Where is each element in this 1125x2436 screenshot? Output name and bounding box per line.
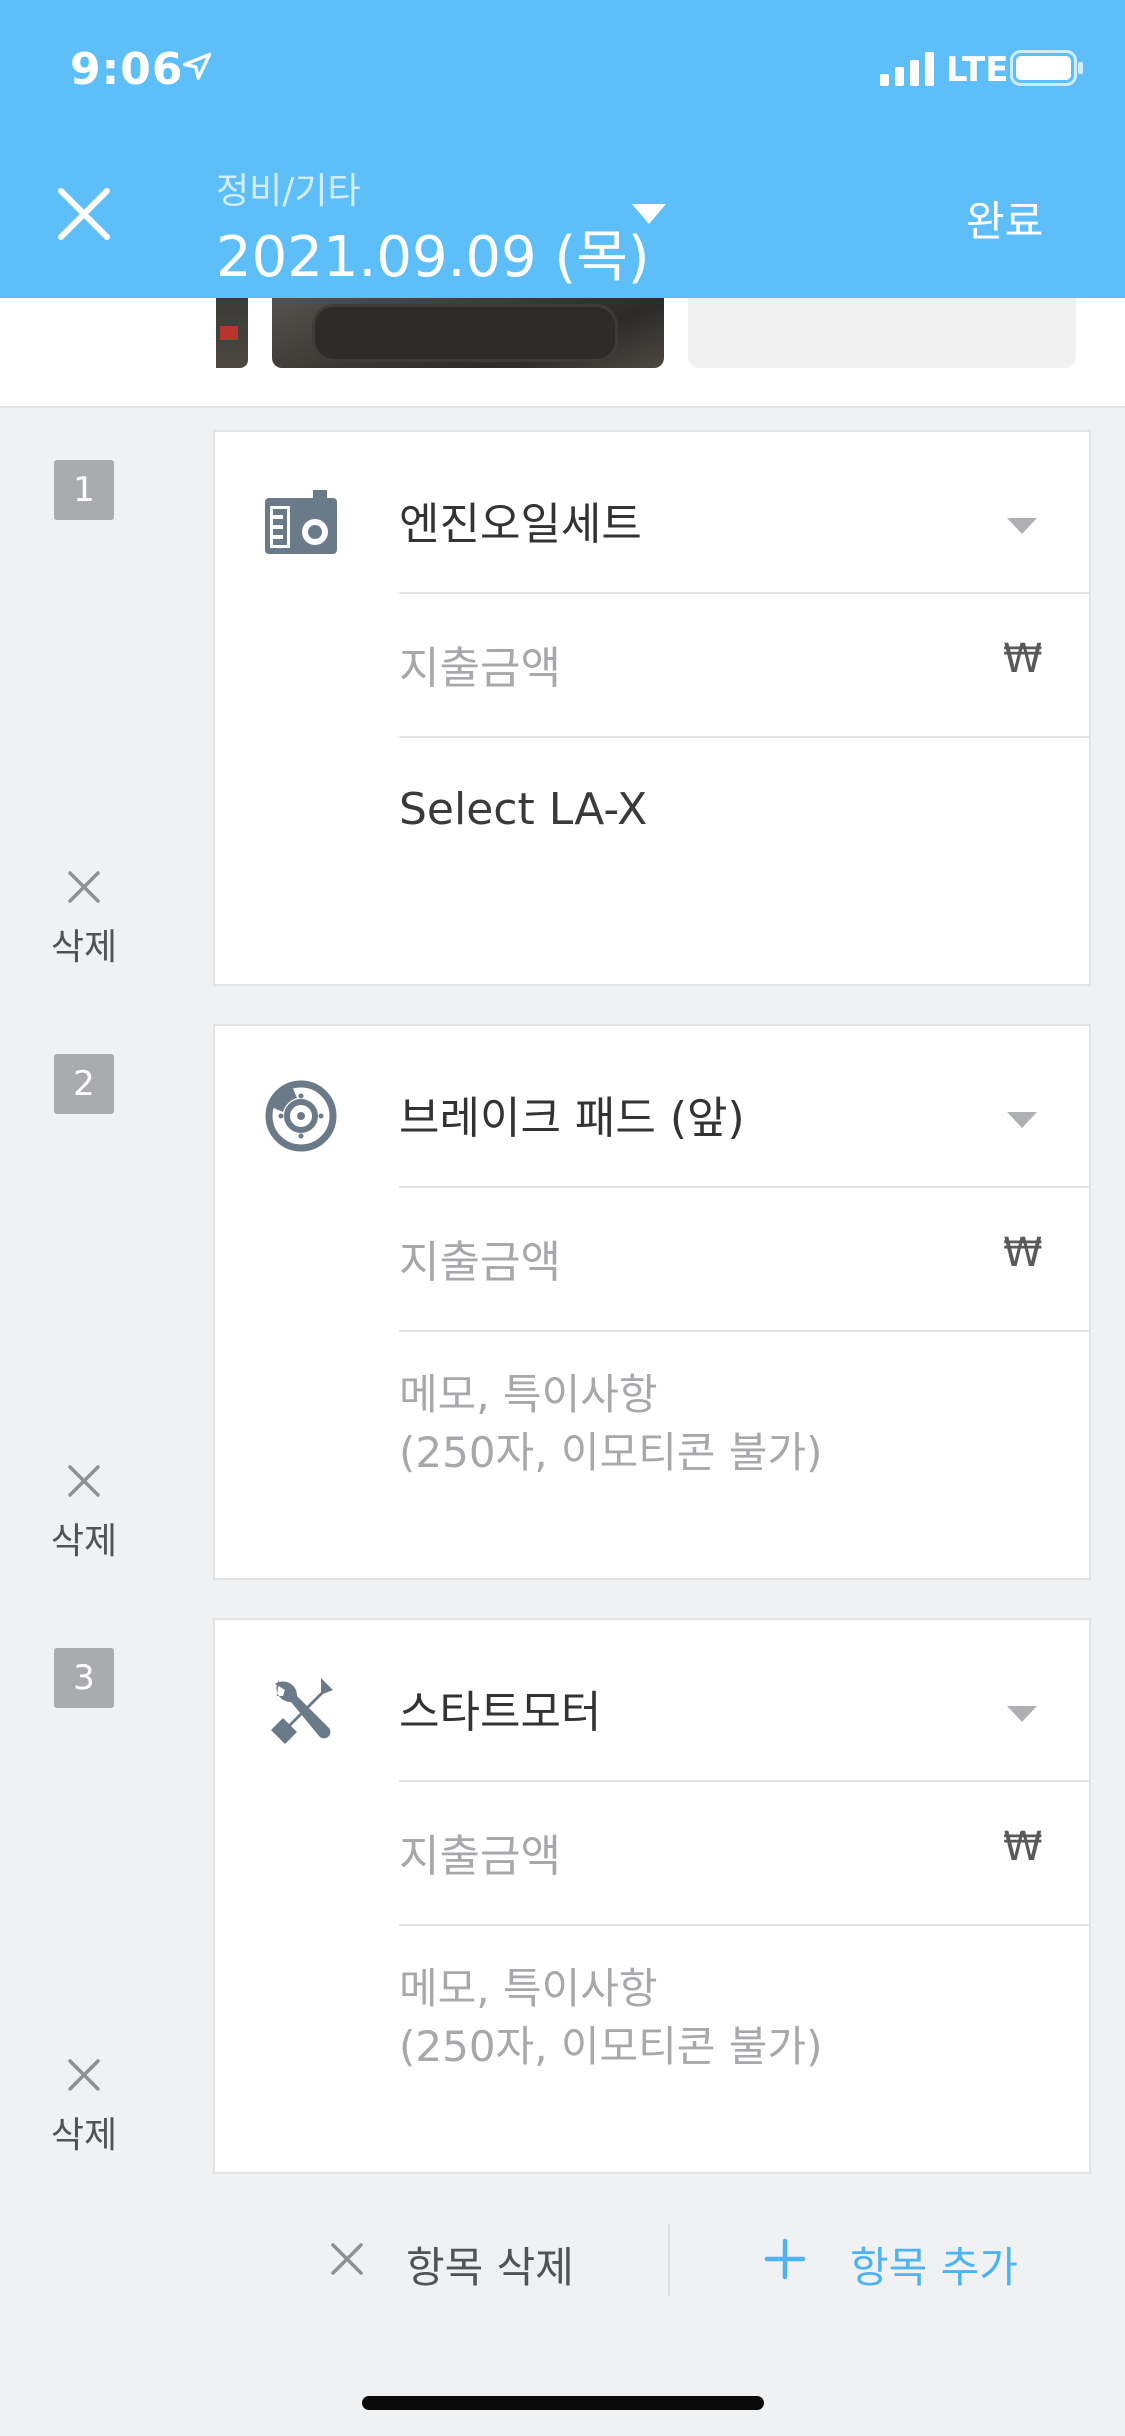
currency-symbol: ₩ (1003, 1230, 1043, 1276)
caret-down-icon[interactable] (1007, 1112, 1037, 1128)
currency-symbol: ₩ (1003, 1824, 1043, 1870)
close-icon (68, 1465, 100, 1497)
amount-input[interactable]: 지출금액 (399, 1226, 959, 1290)
done-button[interactable]: 완료 (966, 188, 1043, 249)
header-category: 정비/기타 (216, 171, 361, 212)
app-header: 9:06 LTE 정비/기타 2021.09.09 (목) 완료 (0, 0, 1125, 298)
brake-disc-icon (265, 1080, 337, 1152)
empty-photo-slot[interactable] (688, 298, 1076, 368)
plus-icon (764, 2238, 806, 2280)
delete-item-3-button[interactable]: 삭제 (36, 2058, 132, 2158)
delete-label: 삭제 (50, 2115, 118, 2156)
battery-icon (1010, 50, 1083, 86)
network-type: LTE (946, 50, 1009, 90)
currency-symbol: ₩ (1003, 636, 1043, 682)
item-number-badge: 1 (54, 460, 114, 520)
header-date[interactable]: 2021.09.09 (목) (216, 212, 650, 293)
signal-icon (880, 52, 934, 86)
photo-strip[interactable] (0, 298, 1125, 408)
oil-can-icon (265, 490, 337, 554)
delete-label: 삭제 (50, 1521, 118, 1562)
delete-label: 삭제 (50, 927, 118, 968)
memo-input[interactable]: 메모, 특이사항 (250자, 이모티콘 불가) (399, 1366, 1059, 1516)
wrench-screwdriver-icon (271, 1678, 333, 1744)
expense-item-3: 3 삭제 스타트모터 지출금액 ₩ 메모, 특이사항 (250자, 이모티콘 불… (0, 1618, 1125, 2174)
close-icon (331, 2243, 363, 2275)
home-indicator (362, 2396, 764, 2410)
expense-item-2: 2 삭제 브레이크 패드 (앞) 지출금액 ₩ 메모, 특이사항 (250자, … (0, 1024, 1125, 1580)
location-arrow-icon (182, 52, 212, 80)
memo-input[interactable]: Select LA-X (399, 784, 647, 835)
divider (399, 1186, 1089, 1188)
amount-input[interactable]: 지출금액 (399, 1820, 959, 1884)
item-category[interactable]: 브레이크 패드 (앞) (399, 1082, 745, 1146)
close-icon[interactable] (55, 185, 113, 243)
divider (399, 592, 1089, 594)
caret-down-icon[interactable] (1007, 518, 1037, 534)
item-card: 브레이크 패드 (앞) 지출금액 ₩ 메모, 특이사항 (250자, 이모티콘 … (213, 1024, 1091, 1580)
add-item-label: 항목 추가 (850, 2243, 1018, 2292)
divider (399, 1924, 1089, 1926)
delete-item-label: 항목 삭제 (406, 2243, 574, 2292)
expense-item-1: 1 삭제 엔진오일세트 지출금액 ₩ Select LA-X (0, 430, 1125, 986)
delete-item-2-button[interactable]: 삭제 (36, 1464, 132, 1564)
close-icon (68, 2059, 100, 2091)
item-category[interactable]: 스타트모터 (399, 1676, 601, 1740)
item-number-badge: 3 (54, 1648, 114, 1708)
amount-input[interactable]: 지출금액 (399, 632, 959, 696)
divider (399, 1330, 1089, 1332)
caret-down-icon[interactable] (632, 204, 666, 224)
photo-thumbnail[interactable] (216, 298, 248, 368)
brake-pad-photo[interactable] (272, 298, 664, 368)
divider (399, 736, 1089, 738)
item-category[interactable]: 엔진오일세트 (399, 488, 642, 552)
item-card: 스타트모터 지출금액 ₩ 메모, 특이사항 (250자, 이모티콘 불가) (213, 1618, 1091, 2174)
item-number-badge: 2 (54, 1054, 114, 1114)
memo-input[interactable]: 메모, 특이사항 (250자, 이모티콘 불가) (399, 1960, 1059, 2110)
close-icon (68, 871, 100, 903)
delete-item-1-button[interactable]: 삭제 (36, 870, 132, 970)
caret-down-icon[interactable] (1007, 1706, 1037, 1722)
item-card: 엔진오일세트 지출금액 ₩ Select LA-X (213, 430, 1091, 986)
bottom-action-bar: 항목 삭제 항목 추가 (0, 2220, 1125, 2300)
divider (668, 2224, 670, 2296)
divider (399, 1780, 1089, 1782)
status-time: 9:06 (70, 44, 184, 95)
